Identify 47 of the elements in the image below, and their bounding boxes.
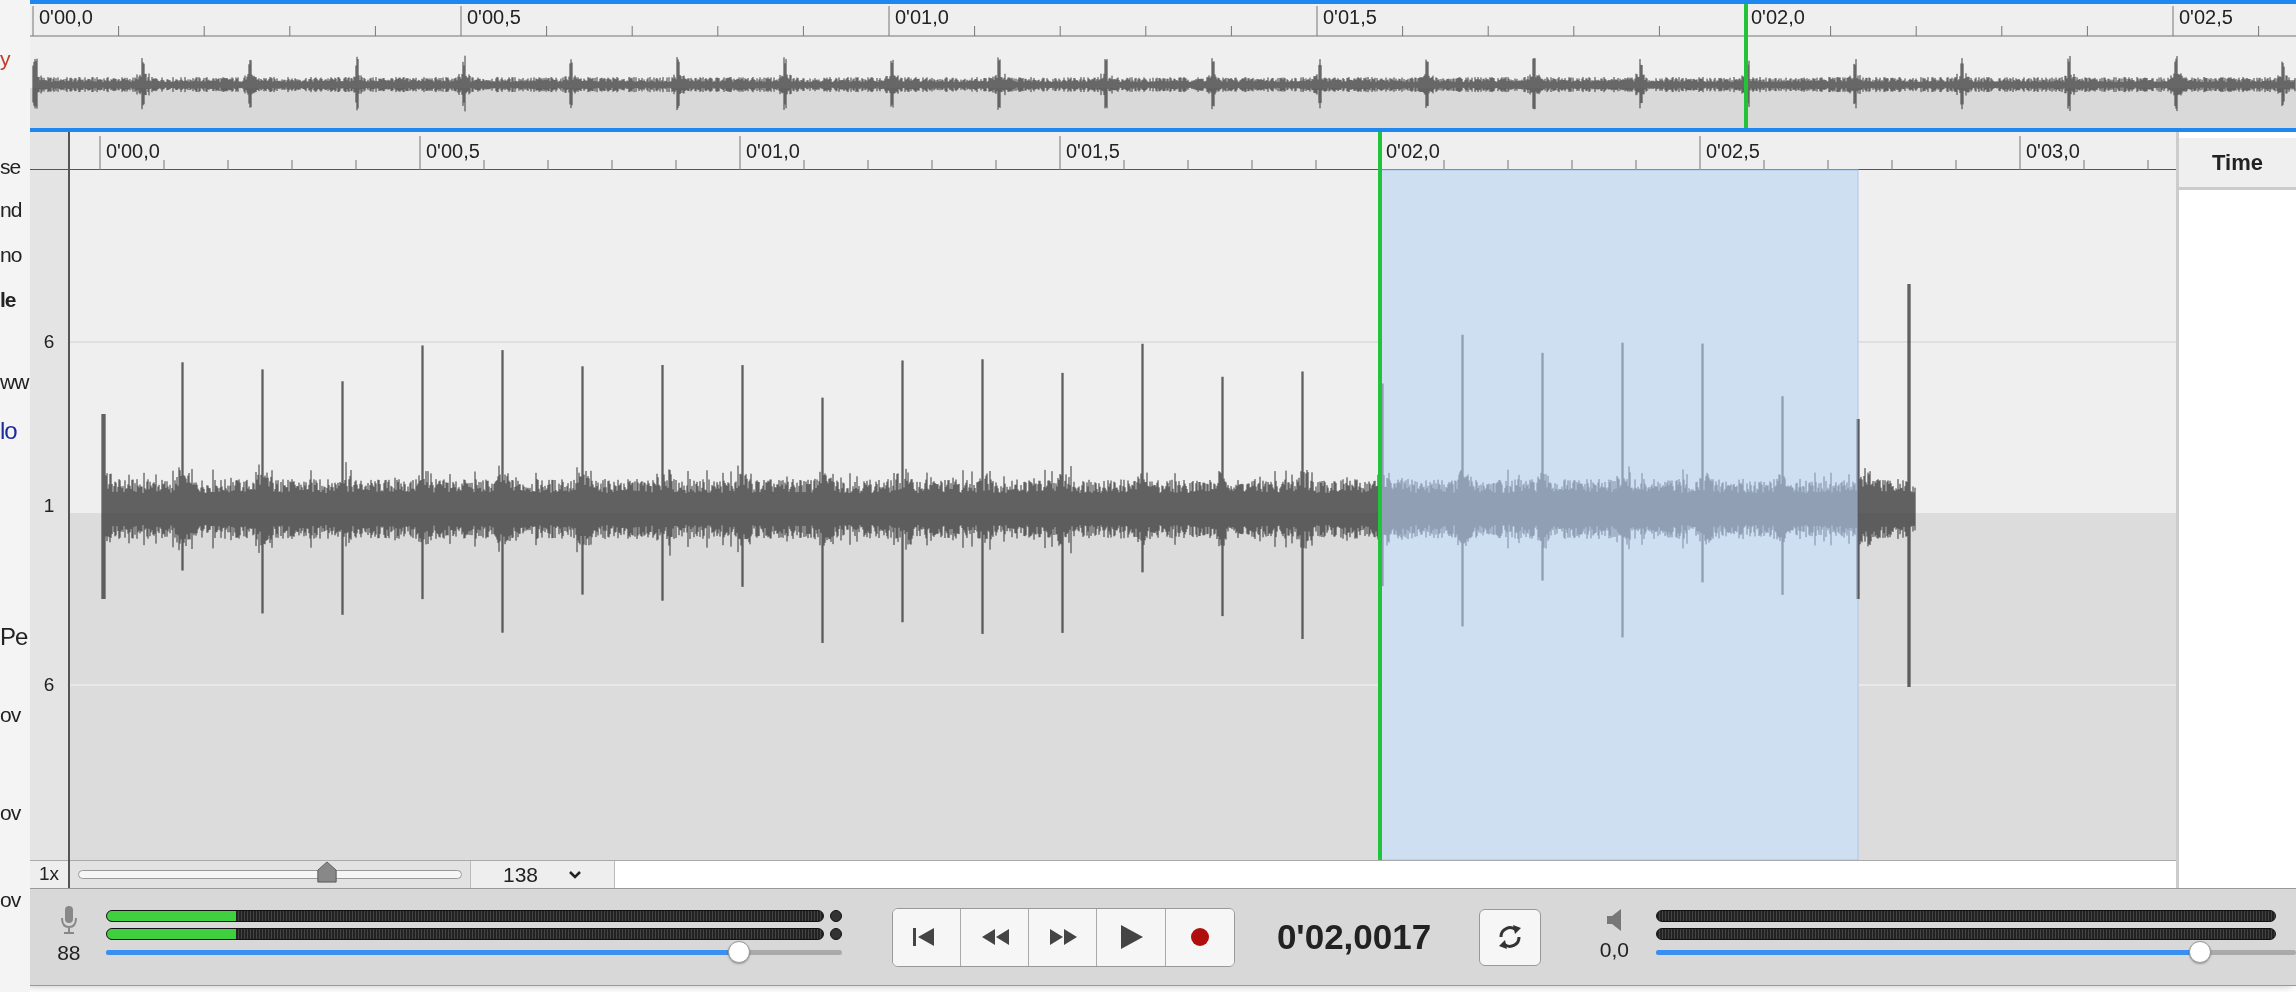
zoom-slider[interactable]: [70, 861, 470, 888]
ruler-label: 0'02,0: [1386, 140, 1440, 162]
ruler-label: 0'03,0: [2026, 140, 2080, 162]
ruler-label: 0'02,5: [1706, 140, 1760, 162]
time-display: 0'02,0017: [1276, 915, 1433, 958]
text-fragment: nd: [0, 197, 22, 223]
ruler-label: 0'02,5: [2179, 6, 2233, 28]
selection-region[interactable]: [1379, 169, 1859, 860]
text-fragment: le: [0, 287, 16, 313]
text-fragment: ov: [0, 702, 21, 728]
text-fragment: ww: [0, 369, 29, 395]
amplitude-axis-label: 6: [42, 672, 56, 697]
microphone-icon: [59, 905, 78, 936]
ruler-label: 0'01,0: [895, 6, 949, 28]
text-fragment: Pe: [0, 622, 28, 652]
ruler-label: 0'01,5: [1323, 6, 1377, 28]
ruler-label: 0'01,5: [1066, 140, 1120, 162]
speaker-icon: [1606, 908, 1623, 933]
ruler-label: 0'00,0: [39, 6, 93, 28]
ruler-label: 0'00,5: [426, 140, 480, 162]
skip-to-start-button[interactable]: [892, 908, 961, 966]
ruler-label: 0'00,0: [106, 140, 160, 162]
input-gain-value: 88: [57, 940, 81, 967]
ruler-label: 0'00,5: [467, 6, 521, 28]
input-gain-slider[interactable]: [105, 940, 842, 964]
link-fragment[interactable]: lo: [0, 414, 17, 448]
chevron-down-icon: [568, 869, 582, 880]
slider-thumb[interactable]: [316, 861, 339, 883]
volume-slider[interactable]: [1656, 940, 2296, 964]
text-fragment: se: [0, 154, 21, 180]
slider-thumb[interactable]: [727, 941, 750, 963]
output-volume-value: 0,0: [1599, 937, 1629, 964]
ruler-label: 0'02,0: [1751, 6, 1805, 28]
ruler-label: 0'01,0: [746, 140, 800, 162]
amplitude-axis-label: 1: [42, 493, 56, 518]
text-fragment: no: [0, 242, 22, 268]
slider-thumb[interactable]: [2189, 941, 2211, 963]
zoom-factor-label: 1x: [30, 860, 68, 888]
clip-indicator: [829, 910, 842, 922]
clip-indicator: [829, 928, 842, 940]
text-fragment: ov: [0, 800, 21, 826]
text-fragment: y: [0, 46, 10, 72]
zoom-dropdown[interactable]: 138: [470, 861, 615, 888]
loop-button[interactable]: [1479, 908, 1541, 966]
amplitude-axis-label: 6: [42, 329, 56, 354]
text-fragment: ov: [0, 887, 21, 913]
time-column-header[interactable]: Time: [2179, 138, 2296, 190]
